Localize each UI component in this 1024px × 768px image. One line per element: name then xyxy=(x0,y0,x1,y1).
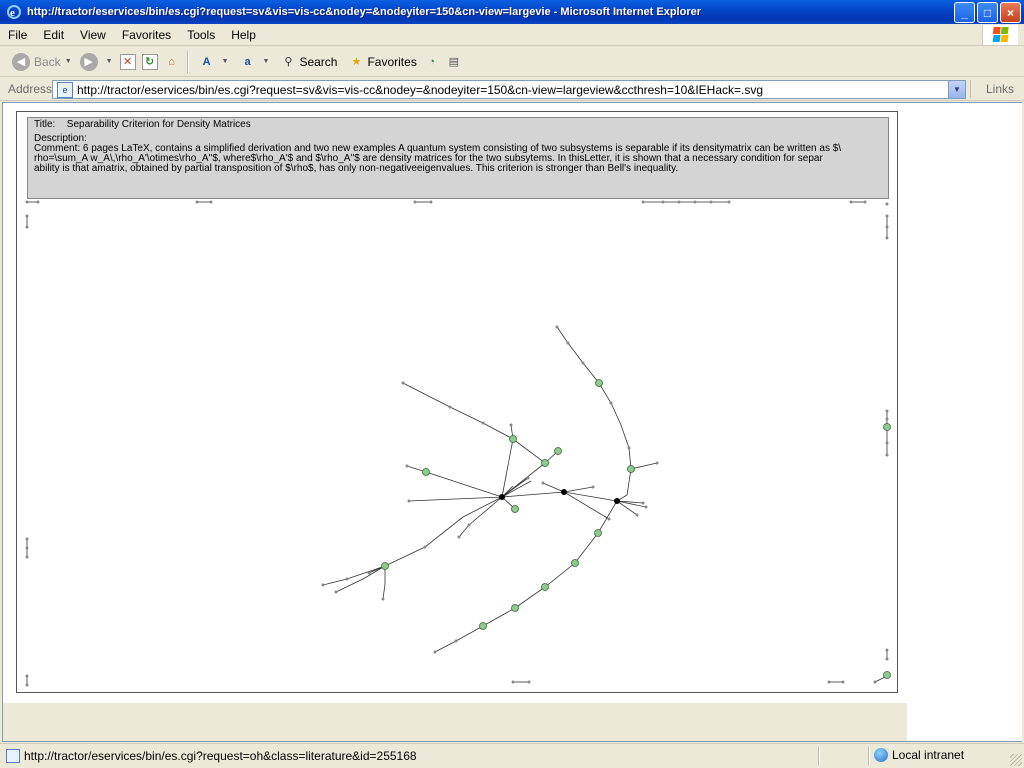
status-bar: http://tractor/eservices/bin/es.cgi?requ… xyxy=(0,743,1024,768)
ie-logo-icon: e xyxy=(6,4,22,20)
content-bottom-margin xyxy=(3,703,907,741)
status-separator xyxy=(818,747,819,765)
resize-grip[interactable] xyxy=(1010,754,1022,766)
graph-hub-nodes xyxy=(499,489,620,504)
menu-tools[interactable]: Tools xyxy=(179,28,223,42)
stop-icon[interactable]: ✕ xyxy=(119,53,136,70)
address-bar: Address e http://tractor/eservices/bin/e… xyxy=(0,78,1024,101)
menu-file[interactable]: File xyxy=(0,28,35,42)
menu-favorites[interactable]: Favorites xyxy=(114,28,179,42)
encoding-dropdown-icon: ▼ xyxy=(262,58,270,65)
encoding-button[interactable]: a ▼ xyxy=(233,50,274,74)
zone-label: Local intranet xyxy=(892,748,965,762)
page-content: Title: Separability Criterion for Densit… xyxy=(2,102,1022,742)
address-dropdown-icon[interactable]: ▼ xyxy=(948,81,965,98)
maximize-button[interactable]: □ xyxy=(977,2,998,23)
status-separator xyxy=(868,747,869,765)
graph-edges xyxy=(26,201,888,685)
font-size-button[interactable]: A ▼ xyxy=(192,50,233,74)
favorites-button[interactable]: ★ Favorites xyxy=(341,50,420,74)
print-icon[interactable]: ▤ xyxy=(446,54,462,70)
toolbar-separator xyxy=(186,50,188,73)
address-input[interactable]: e http://tractor/eservices/bin/es.cgi?re… xyxy=(52,80,966,99)
toolbar: ◀ Back ▼ ▶ ▼ ✕ ↻ ⌂ A ▼ a ▼ ⚲ Search ★ Fa… xyxy=(0,47,1024,77)
menu-edit[interactable]: Edit xyxy=(35,28,72,42)
links-button[interactable]: Links xyxy=(986,82,1014,96)
font-size-dropdown-icon: ▼ xyxy=(221,58,229,65)
links-separator xyxy=(970,80,971,98)
page-status-icon xyxy=(6,749,20,763)
back-dropdown-icon[interactable]: ▼ xyxy=(65,58,72,65)
back-label: Back xyxy=(34,54,61,69)
window-title: http://tractor/eservices/bin/es.cgi?requ… xyxy=(27,6,701,18)
encoding-icon: a xyxy=(244,55,251,68)
address-url[interactable]: http://tractor/eservices/bin/es.cgi?requ… xyxy=(77,83,948,97)
cluster-graph xyxy=(25,200,891,687)
forward-arrow-icon: ▶ xyxy=(79,52,98,71)
refresh-icon[interactable]: ↻ xyxy=(141,53,158,70)
search-icon: ⚲ xyxy=(284,56,293,68)
graph-highlight-nodes xyxy=(381,379,891,679)
back-button[interactable]: ◀ Back ▼ xyxy=(8,50,76,74)
close-button[interactable]: × xyxy=(1000,2,1021,23)
back-arrow-icon: ◀ xyxy=(12,52,30,71)
windows-logo-icon xyxy=(982,25,1018,45)
menu-help[interactable]: Help xyxy=(223,28,264,42)
content-margin xyxy=(907,103,1022,741)
page-icon: e xyxy=(57,81,73,98)
favorites-label: Favorites xyxy=(367,54,417,69)
home-icon[interactable]: ⌂ xyxy=(164,54,180,70)
menu-view[interactable]: View xyxy=(72,28,114,42)
title-bar: e http://tractor/eservices/bin/es.cgi?re… xyxy=(0,0,1024,24)
forward-button[interactable]: ▶ ▼ xyxy=(76,50,117,74)
star-icon: ★ xyxy=(351,56,362,68)
menu-bar: File Edit View Favorites Tools Help xyxy=(0,24,1024,46)
search-label: Search xyxy=(299,54,338,69)
security-zone: Local intranet xyxy=(874,748,964,762)
address-label: Address xyxy=(8,82,53,96)
intranet-globe-icon xyxy=(874,748,888,762)
history-icon[interactable]: ◔ xyxy=(424,54,440,70)
font-size-icon: A xyxy=(202,55,211,68)
search-button[interactable]: ⚲ Search xyxy=(273,50,341,74)
graph-small-nodes xyxy=(25,200,889,687)
status-url: http://tractor/eservices/bin/es.cgi?requ… xyxy=(24,749,417,763)
forward-dropdown-icon[interactable]: ▼ xyxy=(106,58,113,65)
minimize-button[interactable]: _ xyxy=(954,2,975,23)
svg-text:e: e xyxy=(10,7,15,19)
